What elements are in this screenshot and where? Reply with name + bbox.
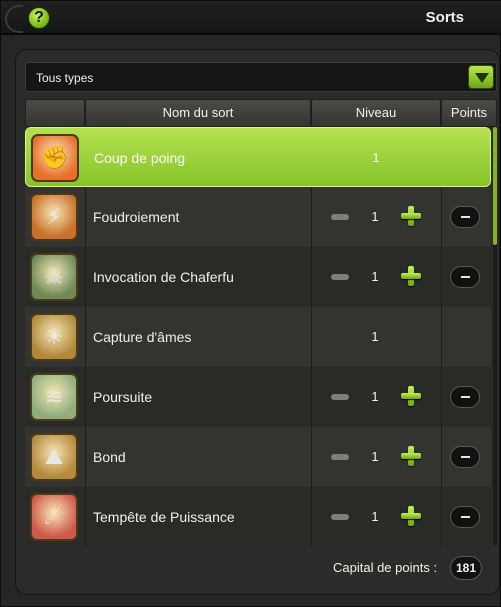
column-separator <box>311 487 312 547</box>
spell-row[interactable]: ⛰ Bond 1 <box>25 427 491 487</box>
soul-capture-icon[interactable]: ☀ <box>30 313 78 361</box>
decrease-level-button[interactable] <box>331 214 349 220</box>
column-separator <box>85 247 86 307</box>
spell-points-badge <box>450 506 480 528</box>
column-header-level[interactable]: Niveau <box>311 99 441 127</box>
spell-list: ✊ Coup de poing 1 ⚡ Foudroiement 1 ☠ Invocation… <box>25 127 491 547</box>
increase-level-button[interactable] <box>400 205 422 227</box>
spell-row[interactable]: ≋ Poursuite 1 <box>25 367 491 427</box>
spell-name: Foudroiement <box>93 209 180 225</box>
spell-level: 1 <box>371 269 379 284</box>
increase-level-button[interactable] <box>400 385 422 407</box>
spell-icon-glyph: ⚡ <box>46 204 62 229</box>
column-separator <box>441 427 442 487</box>
column-separator <box>85 307 86 367</box>
column-separator <box>85 487 86 547</box>
spell-row[interactable]: ☀ Capture d'âmes 1 <box>25 307 491 367</box>
spell-icon-glyph: ☀ <box>44 324 64 349</box>
column-header-name[interactable]: Nom du sort <box>85 99 311 127</box>
column-separator <box>311 187 312 247</box>
spell-name: Capture d'âmes <box>93 329 192 345</box>
spell-row[interactable]: ☠ Invocation de Chaferfu 1 <box>25 247 491 307</box>
ornament-swirl-icon <box>5 5 23 33</box>
dropdown-selected-value: Tous types <box>36 71 94 85</box>
spell-icon-glyph: ☠ <box>44 264 64 289</box>
title-bar: ? Sorts <box>1 1 501 35</box>
spell-row[interactable]: ⚡ Foudroiement 1 <box>25 187 491 247</box>
spell-name: Coup de poing <box>94 150 186 166</box>
spell-level: 1 <box>372 150 380 165</box>
fist-icon[interactable]: ✊ <box>31 134 79 182</box>
scrollbar-thumb[interactable] <box>493 127 497 245</box>
spell-type-dropdown[interactable]: Tous types <box>25 62 497 92</box>
column-separator <box>311 427 312 487</box>
column-separator <box>441 247 442 307</box>
column-separator <box>311 367 312 427</box>
column-separator <box>441 487 442 547</box>
capital-points-label: Capital de points : <box>333 560 438 575</box>
column-separator <box>85 367 86 427</box>
spell-points-badge <box>450 386 480 408</box>
leap-icon[interactable]: ⛰ <box>30 433 78 481</box>
spell-name: Tempête de Puissance <box>93 509 235 525</box>
spell-points-badge <box>450 206 480 228</box>
increase-level-button[interactable] <box>400 445 422 467</box>
decrease-level-button[interactable] <box>331 394 349 400</box>
increase-level-button[interactable] <box>400 265 422 287</box>
spell-name: Bond <box>93 449 126 465</box>
wind-swirl-icon[interactable]: ≋ <box>30 373 78 421</box>
spell-points-badge <box>450 266 480 288</box>
spell-points-badge <box>450 446 480 468</box>
increase-level-button[interactable] <box>400 505 422 527</box>
spell-icon-glyph: ⛰ <box>44 444 64 469</box>
capital-points-value: 181 <box>450 556 482 580</box>
lightning-icon[interactable]: ⚡ <box>30 193 78 241</box>
table-header: Nom du sort Niveau Points <box>25 99 497 127</box>
spells-window: ? Sorts Tous types Nom du sort Niveau Po… <box>0 0 501 607</box>
spell-row[interactable]: ✊ Coup de poing 1 <box>25 127 491 187</box>
column-separator <box>441 187 442 247</box>
column-separator <box>441 307 442 367</box>
decrease-level-button[interactable] <box>331 514 349 520</box>
spell-level: 1 <box>371 449 379 464</box>
spell-icon-glyph: ≋ <box>44 384 64 409</box>
column-header-points[interactable]: Points <box>441 99 497 127</box>
column-separator <box>311 247 312 307</box>
decrease-level-button[interactable] <box>331 274 349 280</box>
column-header-icon <box>25 99 85 127</box>
help-button[interactable]: ? <box>28 7 50 29</box>
spell-level: 1 <box>371 509 379 524</box>
column-separator <box>441 367 442 427</box>
spell-name: Invocation de Chaferfu <box>93 269 234 285</box>
chevron-down-icon[interactable] <box>468 65 494 89</box>
spell-icon-glyph: ✊ <box>41 145 69 170</box>
spell-level: 1 <box>371 389 379 404</box>
decrease-level-button[interactable] <box>331 454 349 460</box>
window-title: Sorts <box>425 9 464 26</box>
spell-level: 1 <box>371 329 379 344</box>
spell-name: Poursuite <box>93 389 153 405</box>
power-storm-icon[interactable]: ☄ <box>30 493 78 541</box>
column-separator <box>311 307 312 367</box>
column-separator <box>85 427 86 487</box>
spell-row[interactable]: ☄ Tempête de Puissance 1 <box>25 487 491 547</box>
spell-icon-glyph: ☄ <box>44 504 64 529</box>
column-separator <box>85 187 86 247</box>
skull-icon[interactable]: ☠ <box>30 253 78 301</box>
spell-level: 1 <box>371 209 379 224</box>
